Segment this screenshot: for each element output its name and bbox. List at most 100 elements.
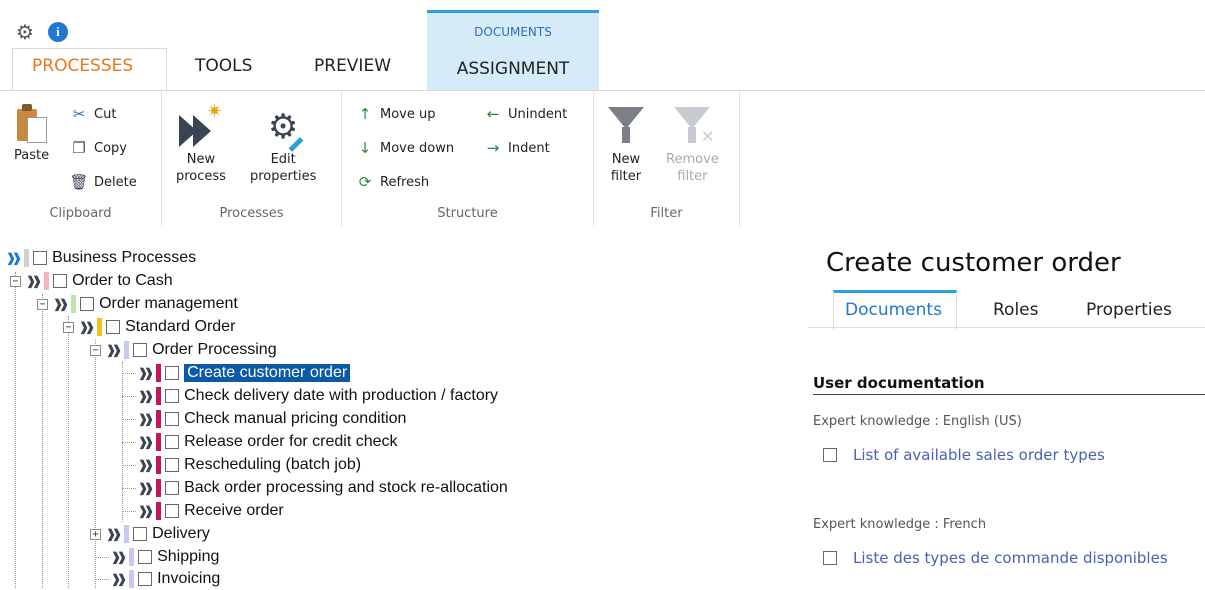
process-chevron-icon: ❱❱: [111, 550, 127, 564]
tab-processes[interactable]: PROCESSES: [32, 56, 133, 76]
tree-node[interactable]: − ❱❱ Order management: [37, 293, 238, 315]
filter-group: New filter ✕ Remove filter Filter: [594, 91, 740, 227]
delete-button[interactable]: 🗑 Delete: [69, 173, 136, 191]
remove-filter-button[interactable]: ✕ Remove filter: [666, 107, 719, 185]
level-color-bar: [156, 502, 162, 520]
collapse-icon[interactable]: −: [37, 298, 48, 310]
tree-checkbox[interactable]: [80, 297, 95, 311]
document-link[interactable]: List of available sales order types: [823, 446, 1105, 464]
tree-checkbox[interactable]: [133, 343, 148, 357]
tree-node-label: Check delivery date with production / fa…: [184, 387, 499, 404]
tab-tools[interactable]: TOOLS: [195, 56, 252, 76]
process-chevron-icon: ❱❱: [138, 389, 154, 403]
process-tree: ❱❱ Business Processes − ❱❱ Order to Cash…: [0, 244, 790, 588]
process-chevron-icon: ❱❱: [6, 251, 22, 265]
tab-roles[interactable]: Roles: [993, 300, 1039, 320]
tree-node[interactable]: ❱❱ Create customer order: [122, 362, 351, 384]
tree-node[interactable]: ❱❱ Back order processing and stock re-al…: [122, 477, 508, 499]
panel-title: Create customer order: [826, 248, 1121, 278]
tree-node-label: Back order processing and stock re-alloc…: [184, 479, 508, 496]
tree-node-label: Standard Order: [125, 318, 236, 335]
settings-gear-icon[interactable]: ⚙: [16, 20, 34, 44]
refresh-icon: ⟳: [358, 173, 372, 191]
indent-label: Indent: [508, 140, 550, 156]
cut-label: Cut: [94, 106, 117, 122]
process-chevron-icon: ❱❱: [79, 320, 95, 334]
level-color-bar: [71, 295, 77, 313]
cut-button[interactable]: ✂ Cut: [70, 105, 117, 123]
new-process-button[interactable]: ✷ New process: [176, 103, 226, 185]
tree-connector: [122, 441, 136, 443]
paste-icon: [16, 103, 47, 143]
expand-icon[interactable]: +: [90, 528, 101, 540]
tree-node[interactable]: ❱❱ Invoicing: [95, 568, 220, 590]
document-link-label[interactable]: Liste des types de commande disponibles: [853, 549, 1168, 567]
tree-node[interactable]: ❱❱ Check manual pricing condition: [122, 408, 406, 430]
funnel-remove-icon: ✕: [674, 107, 714, 147]
tree-connector: [122, 464, 136, 466]
tree-checkbox[interactable]: [33, 251, 48, 265]
tree-checkbox[interactable]: [165, 389, 180, 403]
doc-group-heading: Expert knowledge : English (US): [813, 414, 1022, 429]
tab-properties[interactable]: Properties: [1086, 300, 1172, 320]
copy-button[interactable]: ❐ Copy: [70, 139, 127, 157]
move-up-button[interactable]: ↑ Move up: [356, 105, 436, 123]
tree-node[interactable]: − ❱❱ Order to Cash: [10, 270, 173, 292]
tree-checkbox[interactable]: [165, 435, 180, 449]
tab-assignment[interactable]: ASSIGNMENT: [427, 59, 599, 79]
collapse-icon[interactable]: −: [63, 321, 74, 333]
document-link-label[interactable]: List of available sales order types: [853, 446, 1105, 464]
tree-node[interactable]: ❱❱ Release order for credit check: [122, 431, 398, 453]
tree-checkbox[interactable]: [138, 572, 153, 586]
collapse-icon[interactable]: −: [90, 344, 101, 356]
move-down-button[interactable]: ↓ Move down: [356, 139, 454, 157]
tree-checkbox[interactable]: [165, 412, 180, 426]
trash-icon: 🗑: [69, 173, 89, 191]
document-checkbox[interactable]: [823, 448, 837, 462]
arrow-up-icon: ↑: [358, 105, 372, 123]
edit-properties-button[interactable]: ⚙ Edit properties: [250, 107, 316, 185]
tree-node[interactable]: − ❱❱ Order Processing: [90, 339, 277, 361]
level-color-bar: [156, 479, 162, 497]
tab-preview[interactable]: PREVIEW: [314, 56, 391, 76]
tree-node[interactable]: ❱❱ Check delivery date with production /…: [122, 385, 498, 407]
refresh-button[interactable]: ⟳ Refresh: [356, 173, 429, 191]
tab-documents[interactable]: Documents: [845, 300, 942, 320]
new-filter-button[interactable]: New filter: [608, 107, 644, 185]
tab-divider: [808, 327, 1205, 328]
tree-checkbox[interactable]: [165, 481, 180, 495]
level-color-bar: [24, 249, 30, 267]
panel-tabs: Documents Roles Properties: [833, 290, 1205, 330]
info-icon[interactable]: i: [47, 22, 68, 42]
tree-checkbox[interactable]: [138, 550, 153, 564]
unindent-button[interactable]: ← Unindent: [484, 105, 568, 123]
tree-node[interactable]: + ❱❱ Delivery: [90, 523, 210, 545]
tree-connector: [122, 418, 136, 420]
tree-node[interactable]: ❱❱ Receive order: [122, 500, 284, 522]
paste-button[interactable]: Paste: [14, 103, 49, 164]
tree-node[interactable]: ❱❱ Business Processes: [6, 247, 196, 269]
level-color-bar: [156, 387, 162, 405]
scissors-icon: ✂: [72, 105, 86, 123]
new-process-icon: ✷: [178, 103, 223, 147]
tree-node-label: Shipping: [157, 548, 220, 565]
processes-group: ✷ New process ⚙ Edit properties Processe…: [162, 91, 342, 227]
indent-button[interactable]: → Indent: [484, 139, 550, 157]
document-link[interactable]: Liste des types de commande disponibles: [823, 549, 1168, 567]
tree-connector: [122, 510, 136, 512]
tree-checkbox[interactable]: [165, 366, 180, 380]
structure-group-label: Structure: [437, 206, 498, 221]
tree-node[interactable]: ❱❱ Rescheduling (batch job): [122, 454, 361, 476]
tree-checkbox[interactable]: [165, 458, 180, 472]
document-checkbox[interactable]: [823, 551, 837, 565]
top-bar: ⚙ i PROCESSES TOOLS PREVIEW DOCUMENTS AS…: [0, 0, 1205, 92]
tree-node-label: Rescheduling (batch job): [184, 456, 362, 473]
tree-checkbox[interactable]: [53, 274, 68, 288]
tree-checkbox[interactable]: [133, 527, 148, 541]
tree-node-label: Receive order: [184, 502, 284, 519]
tree-node[interactable]: ❱❱ Shipping: [95, 546, 219, 568]
tree-node[interactable]: − ❱❱ Standard Order: [63, 316, 235, 338]
tree-checkbox[interactable]: [106, 320, 121, 334]
tree-checkbox[interactable]: [165, 504, 180, 518]
collapse-icon[interactable]: −: [10, 275, 21, 287]
